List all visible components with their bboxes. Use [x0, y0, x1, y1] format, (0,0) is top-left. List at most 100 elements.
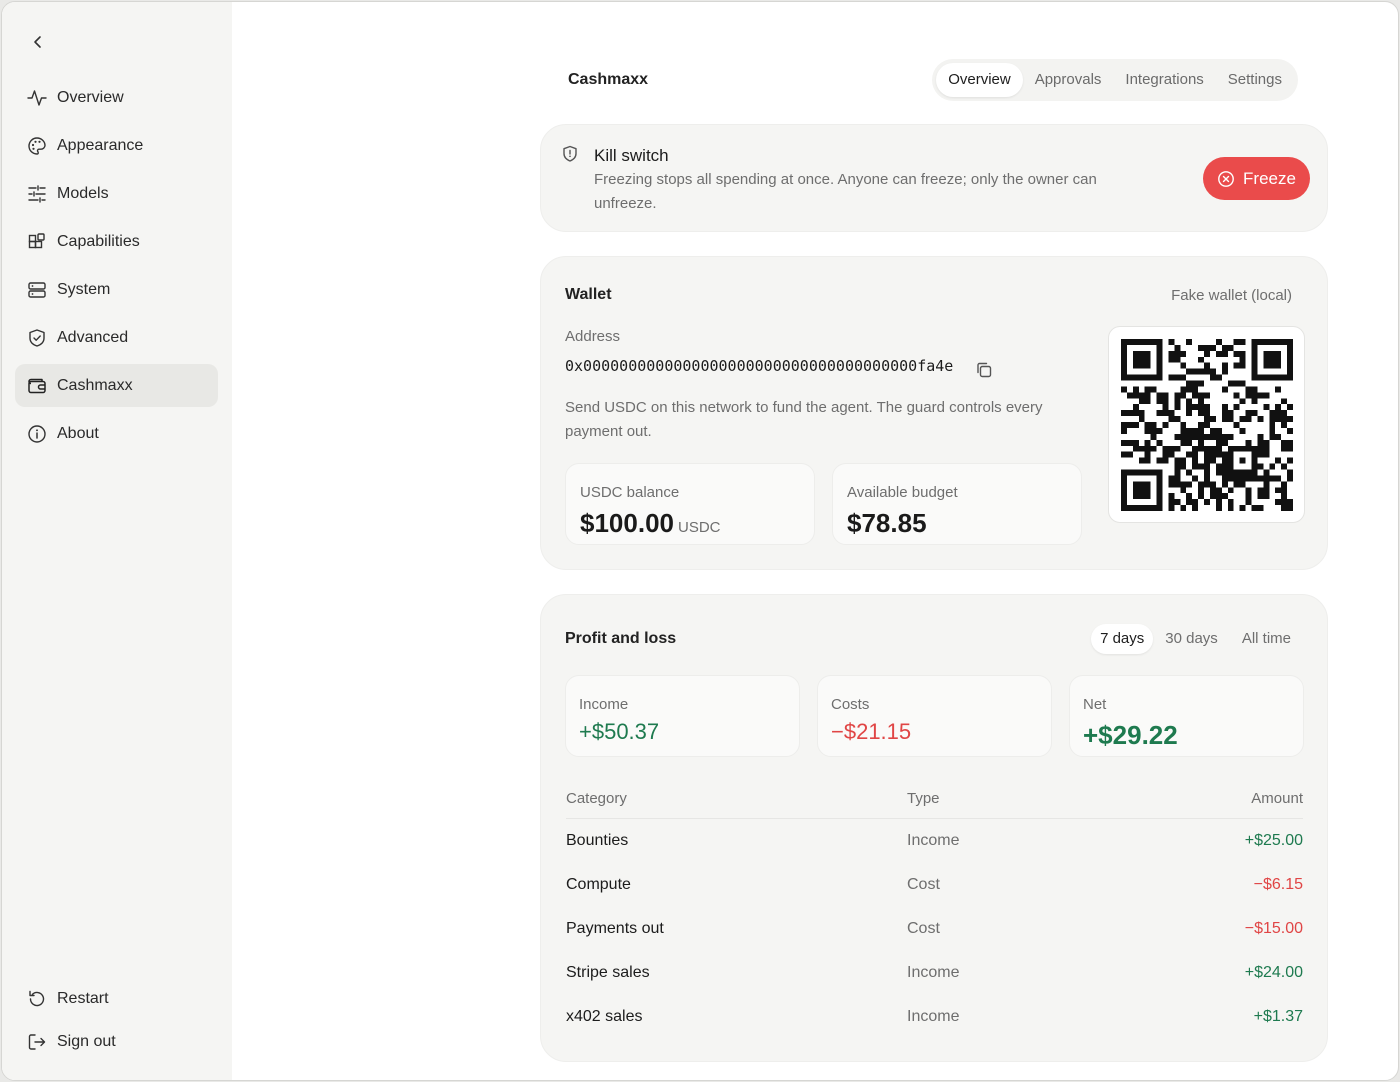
sidebar-item-about[interactable]: About — [15, 412, 218, 455]
range-30-days[interactable]: 30 days — [1153, 624, 1230, 654]
qr-module — [1156, 368, 1163, 375]
sign-out-button[interactable]: Sign out — [15, 1020, 218, 1063]
qr-module — [1227, 415, 1234, 422]
qr-module — [1156, 439, 1163, 446]
qr-module — [1156, 350, 1163, 357]
qr-module — [1150, 468, 1157, 475]
qr-module — [1262, 403, 1269, 410]
back-button[interactable] — [26, 30, 50, 54]
qr-module — [1120, 486, 1127, 493]
qr-module — [1144, 439, 1151, 446]
qr-module — [1250, 409, 1257, 416]
qr-module — [1245, 474, 1251, 481]
qr-module — [1274, 433, 1281, 440]
sidebar-item-system[interactable]: System — [15, 268, 218, 311]
qr-module — [1126, 504, 1133, 511]
sidebar-item-label: Capabilities — [57, 232, 140, 250]
qr-module — [1233, 445, 1240, 452]
qr-module — [1286, 427, 1293, 434]
income-label: Income — [579, 696, 629, 713]
qr-module — [1203, 433, 1210, 440]
sidebar-item-models[interactable]: Models — [15, 172, 218, 215]
restart-button[interactable]: Restart — [15, 977, 218, 1020]
tab-overview[interactable]: Overview — [936, 63, 1023, 97]
income-card: Income +$50.37 — [565, 675, 800, 757]
row-type: Income — [907, 832, 960, 849]
qr-module — [1256, 374, 1263, 381]
qr-module — [1250, 391, 1257, 398]
qr-module — [1280, 439, 1287, 446]
qr-module — [1144, 338, 1151, 345]
qr-module — [1256, 391, 1263, 398]
sidebar-item-cashmaxx[interactable]: Cashmaxx — [15, 364, 218, 407]
qr-module — [1203, 451, 1210, 458]
qr-module — [1221, 433, 1228, 440]
qr-module — [1215, 338, 1222, 345]
qr-module — [1215, 427, 1222, 434]
qr-module — [1179, 374, 1186, 381]
costs-value: −$21.15 — [831, 719, 912, 744]
qr-module — [1262, 356, 1269, 363]
shield-check-icon — [27, 328, 47, 348]
qr-module — [1280, 374, 1287, 381]
qr-module — [1120, 362, 1127, 369]
qr-module — [1268, 409, 1275, 416]
qr-module — [1209, 344, 1216, 351]
qr-module — [1221, 492, 1228, 499]
qr-module — [1156, 474, 1163, 481]
qr-module — [1191, 498, 1198, 505]
qr-module — [1197, 391, 1204, 398]
app-window: Overview Appearance Models Capabilities — [1, 1, 1399, 1081]
row-type: Income — [907, 1008, 960, 1025]
qr-module — [1138, 362, 1145, 369]
qr-module — [1268, 415, 1275, 422]
qr-module — [1280, 492, 1287, 499]
qr-module — [1286, 338, 1293, 345]
range-7-days[interactable]: 7 days — [1091, 624, 1154, 654]
blocks-icon — [27, 232, 47, 252]
row-amount: +$25.00 — [1244, 832, 1303, 849]
qr-module — [1221, 362, 1228, 369]
qr-module — [1239, 415, 1246, 422]
wallet-address[interactable]: 0x0000000000000000000000000000000000000f… — [565, 357, 953, 375]
qr-module — [1286, 344, 1293, 351]
qr-module — [1120, 451, 1127, 458]
qr-module — [1162, 409, 1168, 416]
page-title: Cashmaxx — [568, 71, 649, 88]
qr-module — [1239, 350, 1246, 357]
qr-module — [1167, 374, 1174, 381]
qr-module — [1256, 415, 1263, 422]
sidebar-item-appearance[interactable]: Appearance — [15, 124, 218, 167]
sidebar-item-advanced[interactable]: Advanced — [15, 316, 218, 359]
qr-module — [1209, 374, 1216, 381]
qr-module — [1144, 427, 1151, 434]
qr-module — [1179, 486, 1186, 493]
qr-module — [1286, 362, 1293, 369]
qr-module — [1126, 391, 1133, 398]
tab-integrations[interactable]: Integrations — [1113, 63, 1215, 97]
qr-module — [1162, 451, 1168, 458]
qr-module — [1185, 338, 1192, 345]
net-card: Net +$29.22 — [1069, 675, 1304, 757]
row-type: Cost — [907, 876, 940, 893]
tab-approvals[interactable]: Approvals — [1023, 63, 1114, 97]
qr-module — [1138, 486, 1145, 493]
qr-module — [1156, 409, 1163, 416]
qr-module — [1191, 445, 1198, 452]
qr-module — [1138, 457, 1145, 464]
qr-module — [1138, 391, 1145, 398]
sidebar-item-capabilities[interactable]: Capabilities — [15, 220, 218, 263]
qr-module — [1156, 468, 1163, 475]
qr-module — [1274, 498, 1281, 505]
tab-settings[interactable]: Settings — [1216, 63, 1294, 97]
row-category: Bounties — [566, 832, 629, 849]
qr-module — [1262, 474, 1269, 481]
qr-module — [1268, 350, 1275, 357]
qr-module — [1162, 397, 1168, 404]
copy-icon[interactable] — [975, 361, 993, 384]
range-all-time[interactable]: All time — [1230, 624, 1303, 654]
freeze-button[interactable]: Freeze — [1203, 157, 1310, 200]
table-header: Category Type Amount — [566, 783, 1303, 819]
sidebar-item-overview[interactable]: Overview — [15, 76, 218, 119]
qr-module — [1179, 463, 1186, 469]
